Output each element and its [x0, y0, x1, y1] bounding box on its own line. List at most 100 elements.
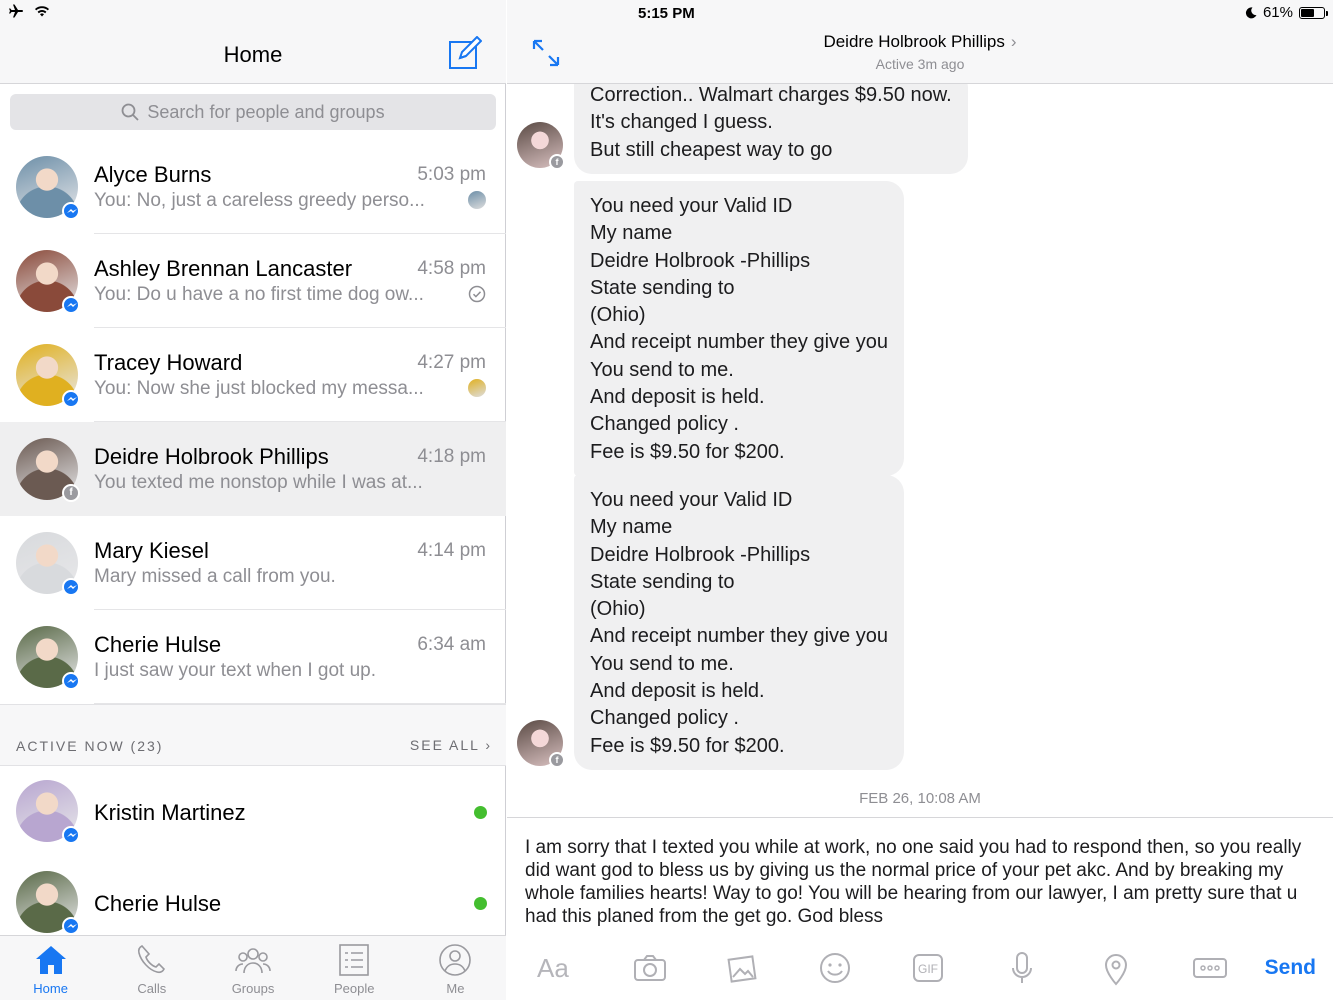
conversation-preview: You texted me nonstop while I was at... — [94, 472, 423, 493]
conversation-preview: I just saw your text when I got up. — [94, 660, 376, 681]
message-line: Correction.. Walmart charges $9.50 now. — [590, 84, 952, 106]
message-list[interactable]: FEB 26, 10:08 AM Correction.. Walmart ch… — [507, 84, 1333, 817]
bolt-icon — [67, 209, 77, 213]
facebook-badge-icon: f — [549, 752, 565, 768]
active-person-row[interactable]: Cherie Hulse — [0, 857, 506, 947]
composer: I am sorry that I texted you while at wo… — [507, 817, 1333, 1000]
avatar — [16, 871, 80, 935]
moon-icon — [1245, 6, 1257, 18]
conversation-row[interactable]: Ashley Brennan Lancaster 4:58 pm You: Do u… — [0, 234, 506, 328]
phone-icon — [137, 945, 165, 974]
conversation-time: 6:34 am — [417, 634, 486, 655]
active-now-header: ACTIVE NOW (23) SEE ALL › — [0, 704, 506, 766]
emoji-icon[interactable] — [815, 948, 855, 988]
thread-status: Active 3m ago — [875, 56, 965, 72]
conversation-time: 4:27 pm — [417, 352, 486, 373]
message-line: Deidre Holbrook -Phillips — [590, 543, 811, 566]
message-line: It's changed I guess. — [590, 111, 773, 134]
sender-avatar[interactable]: f — [517, 122, 565, 170]
conversation-time: 5:03 pm — [417, 164, 486, 185]
tab-label: Calls — [137, 981, 167, 996]
messenger-badge-icon — [62, 826, 80, 844]
thread-pane: Deidre Holbrook Phillips › Active 3m ago … — [507, 0, 1333, 1000]
bolt-icon — [67, 303, 77, 307]
send-button[interactable]: Send — [1265, 956, 1316, 980]
see-all-button[interactable]: SEE ALL › — [410, 737, 492, 753]
message-line: You send to me. — [590, 358, 734, 381]
messenger-badge-icon — [62, 578, 80, 596]
home-icon — [35, 946, 66, 974]
message-line: Changed policy . — [590, 413, 739, 436]
tab-label: Me — [446, 981, 465, 996]
bolt-icon — [67, 397, 77, 401]
conversation-preview: You: Do u have a no first time dog ow... — [94, 284, 424, 305]
facebook-badge-icon: f — [549, 154, 565, 170]
avatar — [16, 626, 80, 690]
thread-title-text: Deidre Holbrook Phillips — [823, 32, 1005, 51]
avatar — [16, 250, 80, 314]
search-icon — [122, 103, 140, 121]
sent-check-icon — [468, 285, 486, 303]
thread-title[interactable]: Deidre Holbrook Phillips › — [507, 32, 1333, 52]
camera-icon[interactable] — [630, 948, 670, 988]
active-person-name: Kristin Martinez — [94, 800, 246, 825]
location-icon[interactable] — [1096, 948, 1136, 988]
date-separator: FEB 26, 10:08 AM — [859, 790, 981, 807]
messenger-badge-icon — [62, 390, 80, 408]
tab-me[interactable]: Me — [405, 936, 506, 1000]
messenger-badge-icon — [62, 202, 80, 220]
conversation-row[interactable]: Tracey Howard 4:27 pm You: Now she just bl… — [0, 328, 506, 422]
battery-icon — [1299, 6, 1328, 19]
conversation-name: Ashley Brennan Lancaster — [94, 256, 353, 281]
message-line: And receipt number they give you — [590, 625, 888, 648]
conversation-row[interactable]: Mary Kiesel 4:14 pm Mary missed a call fro… — [0, 516, 506, 610]
message-line: Changed policy . — [590, 707, 739, 730]
tab-home[interactable]: Home — [0, 936, 101, 1000]
more-options-icon[interactable] — [1190, 948, 1230, 988]
tab-groups[interactable]: Groups — [202, 936, 303, 1000]
message-bubble[interactable]: You need your Valid ID My name Deidre Holb… — [574, 475, 904, 770]
message-bubble[interactable]: You need your Valid ID My name Deidre Holb… — [574, 181, 904, 476]
message-line: My name — [590, 516, 673, 539]
message-line: You send to me. — [590, 652, 734, 675]
gif-icon[interactable]: GIF — [908, 948, 948, 988]
active-person-row[interactable]: Kristin Martinez — [0, 766, 506, 856]
conversation-time: 4:58 pm — [417, 258, 486, 279]
conversation-row[interactable]: Cherie Hulse 6:34 am I just saw your text … — [0, 610, 506, 704]
conversation-row[interactable]: f Deidre Holbrook Phillips 4:18 pm You text… — [0, 422, 506, 516]
page-title: Home — [223, 42, 283, 67]
facebook-badge-icon: f — [62, 484, 80, 502]
messenger-badge-icon — [62, 672, 80, 690]
message-line: But still cheapest way to go — [590, 138, 833, 161]
conversation-name: Mary Kiesel — [94, 538, 209, 563]
avatar — [16, 780, 80, 844]
search-input[interactable]: Search for people and groups — [10, 94, 496, 130]
conversation-list: Alyce Burns 5:03 pm You: No, just a carele… — [0, 140, 506, 704]
bolt-icon — [67, 833, 77, 837]
conversation-row[interactable]: Alyce Burns 5:03 pm You: No, just a carele… — [0, 140, 506, 234]
sender-avatar[interactable]: f — [517, 720, 565, 768]
airplane-icon — [9, 4, 23, 18]
tab-calls[interactable]: Calls — [101, 936, 202, 1000]
conversation-preview: Mary missed a call from you. — [94, 566, 336, 587]
people-list-icon — [339, 944, 370, 976]
tab-label: Groups — [231, 981, 275, 996]
microphone-icon[interactable] — [1002, 948, 1042, 988]
tab-label: People — [333, 981, 375, 996]
tab-bar: Home Calls Groups People Me — [0, 935, 506, 1000]
messenger-badge-icon — [62, 296, 80, 314]
message-bubble[interactable]: Correction.. Walmart charges $9.50 now. I… — [574, 84, 968, 174]
tab-people[interactable]: People — [304, 936, 405, 1000]
chevron-right-icon: › — [485, 737, 492, 753]
compose-icon[interactable] — [448, 36, 482, 70]
message-line: (Ohio) — [590, 304, 646, 327]
avatar: f — [16, 438, 80, 502]
message-line: Fee is $9.50 for $200. — [590, 734, 785, 757]
message-input[interactable]: I am sorry that I texted you while at wo… — [525, 836, 1315, 928]
message-line: You need your Valid ID — [590, 489, 793, 511]
messenger-badge-icon — [62, 917, 80, 935]
message-line: And deposit is held. — [590, 680, 765, 703]
photo-gallery-icon[interactable] — [722, 948, 762, 988]
text-format-button[interactable]: Aa — [537, 948, 577, 988]
bolt-icon — [67, 924, 77, 928]
